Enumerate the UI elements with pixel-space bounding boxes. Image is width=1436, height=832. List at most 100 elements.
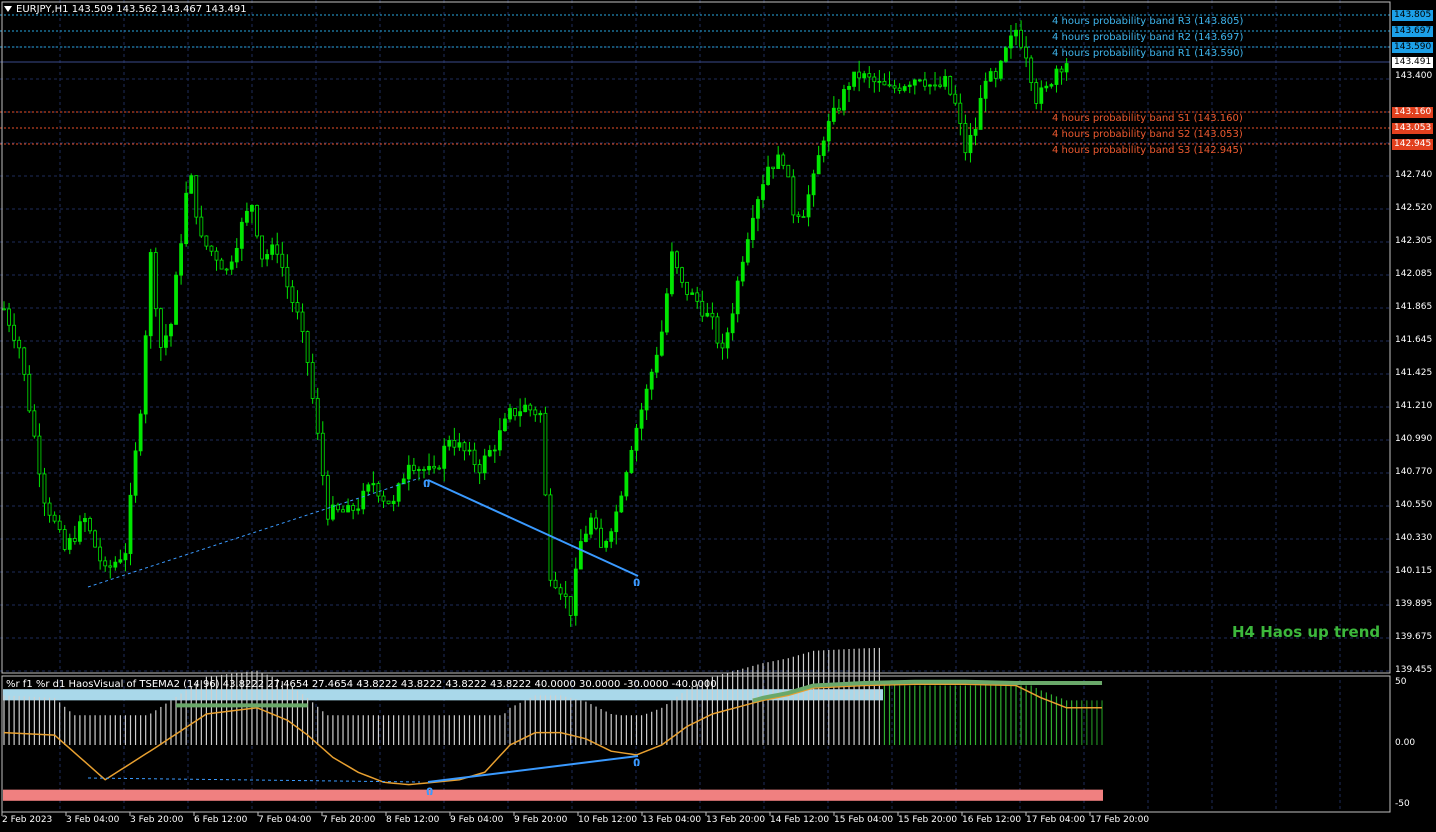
candle-body — [730, 313, 735, 334]
band-price-tag-4: 143.053 — [1392, 123, 1434, 134]
candle-body — [432, 465, 437, 469]
candle-body — [917, 79, 922, 82]
candle-body — [821, 140, 826, 156]
candle-body — [528, 404, 533, 411]
candle-body — [801, 216, 806, 218]
time-axis-label: 9 Feb 20:00 — [514, 815, 568, 825]
candle-body — [745, 239, 750, 263]
candle-body — [229, 261, 234, 270]
candle-body — [184, 192, 189, 245]
candle-body — [968, 134, 973, 154]
candle-body — [513, 408, 517, 417]
dropdown-icon[interactable] — [4, 6, 12, 12]
chart-canvas[interactable]: ი ი ი ი — [0, 0, 1436, 832]
candle-body — [17, 339, 22, 349]
candle-body — [993, 71, 998, 79]
price-axis-label: 141.425 — [1395, 368, 1433, 378]
time-axis-label: 15 Feb 04:00 — [834, 815, 894, 825]
candle-body — [548, 494, 553, 581]
candle-body — [103, 560, 108, 567]
candle-body — [771, 166, 776, 169]
candle-body — [234, 247, 239, 263]
candle-body — [533, 409, 538, 416]
price-axis-label: 142.085 — [1395, 269, 1433, 279]
candle-body — [973, 129, 978, 136]
candle-body — [214, 250, 219, 261]
time-axis-label: 6 Feb 12:00 — [194, 815, 248, 825]
candle-body — [720, 342, 725, 349]
candle-body — [179, 243, 184, 276]
candle-body — [219, 259, 224, 270]
price-axis-label: 139.675 — [1395, 632, 1433, 642]
candle-body — [750, 217, 755, 240]
candle-body — [503, 418, 507, 432]
candle-body — [756, 199, 760, 219]
candle-body — [406, 464, 411, 480]
arrow-marker-icon: ი — [423, 476, 430, 491]
arrow-marker-icon: ი — [426, 784, 433, 799]
candle-body — [852, 71, 856, 87]
candle-body — [295, 302, 300, 313]
price-candles — [2, 20, 1069, 627]
candle-body — [887, 84, 892, 87]
candle-body — [336, 504, 340, 511]
candle-body — [639, 409, 644, 429]
candle-body — [761, 184, 765, 200]
candle-body — [933, 84, 937, 87]
symbol-header[interactable]: EURJPY,H1 143.509 143.562 143.467 143.49… — [4, 4, 247, 15]
candle-body — [675, 251, 679, 269]
candle-body — [310, 362, 315, 399]
candle-body — [857, 71, 862, 79]
candle-body — [831, 107, 836, 122]
candle-body — [381, 495, 386, 502]
candle-body — [882, 80, 887, 86]
candle-body — [538, 412, 543, 416]
candle-body — [609, 531, 614, 542]
candle-body — [1024, 46, 1029, 59]
candle-body — [93, 530, 97, 548]
candle-body — [239, 221, 244, 249]
candle-body — [320, 432, 325, 476]
candle-body — [123, 553, 128, 561]
candle-body — [578, 541, 583, 570]
candle-body — [811, 173, 816, 196]
time-axis-label: 8 Feb 12:00 — [386, 815, 440, 825]
candle-body — [411, 464, 416, 471]
price-axis-label: 142.520 — [1395, 203, 1433, 213]
candle-body — [998, 60, 1003, 79]
candle-body — [290, 286, 295, 303]
candle-body — [1039, 87, 1044, 104]
candle-body — [143, 335, 148, 415]
price-axis-label: 139.895 — [1395, 599, 1433, 609]
candle-body — [376, 483, 381, 497]
candle-body — [72, 538, 77, 542]
dashed-trendline — [87, 777, 421, 783]
candle-body — [88, 517, 92, 532]
candle-body — [62, 529, 67, 550]
candle-body — [250, 204, 254, 212]
candle-body — [1059, 68, 1064, 73]
candle-body — [816, 155, 821, 175]
candle-body — [563, 593, 568, 597]
candle-body — [680, 267, 684, 283]
candle-body — [346, 505, 350, 513]
candle-body — [644, 388, 649, 411]
candle-body — [265, 254, 270, 260]
candle-body — [462, 442, 467, 452]
candle-body — [553, 579, 558, 589]
candle-body — [209, 245, 214, 252]
candle-body — [305, 331, 310, 363]
time-axis-label: 13 Feb 04:00 — [642, 815, 702, 825]
candle-body — [943, 76, 948, 87]
candle-body — [872, 76, 877, 83]
candle-body — [1054, 68, 1059, 85]
candle-body — [963, 123, 968, 154]
candle-body — [158, 308, 163, 348]
price-axis-label: 142.305 — [1395, 236, 1433, 246]
candle-body — [325, 475, 330, 520]
candle-body — [164, 335, 168, 348]
time-axis-label: 17 Feb 04:00 — [1026, 815, 1086, 825]
candle-body — [7, 308, 11, 326]
candle-body — [492, 449, 497, 452]
candle-body — [280, 253, 285, 268]
